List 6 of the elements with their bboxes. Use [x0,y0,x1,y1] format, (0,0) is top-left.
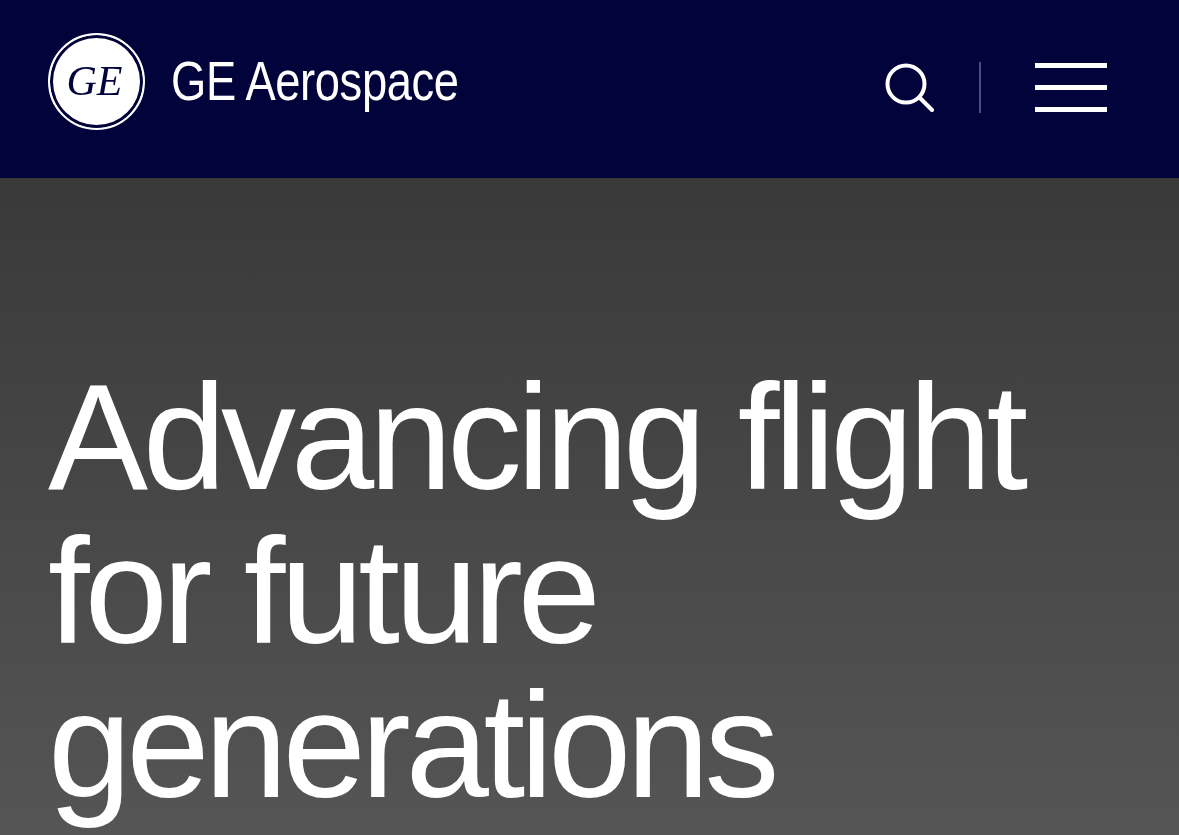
search-button[interactable] [885,62,935,112]
search-icon [885,62,935,112]
logo-emblem[interactable]: GE [48,32,145,130]
menu-icon [1035,62,1107,112]
hero-headline: Advancing flight for future generations [48,360,1023,831]
menu-button[interactable] [1035,62,1107,112]
